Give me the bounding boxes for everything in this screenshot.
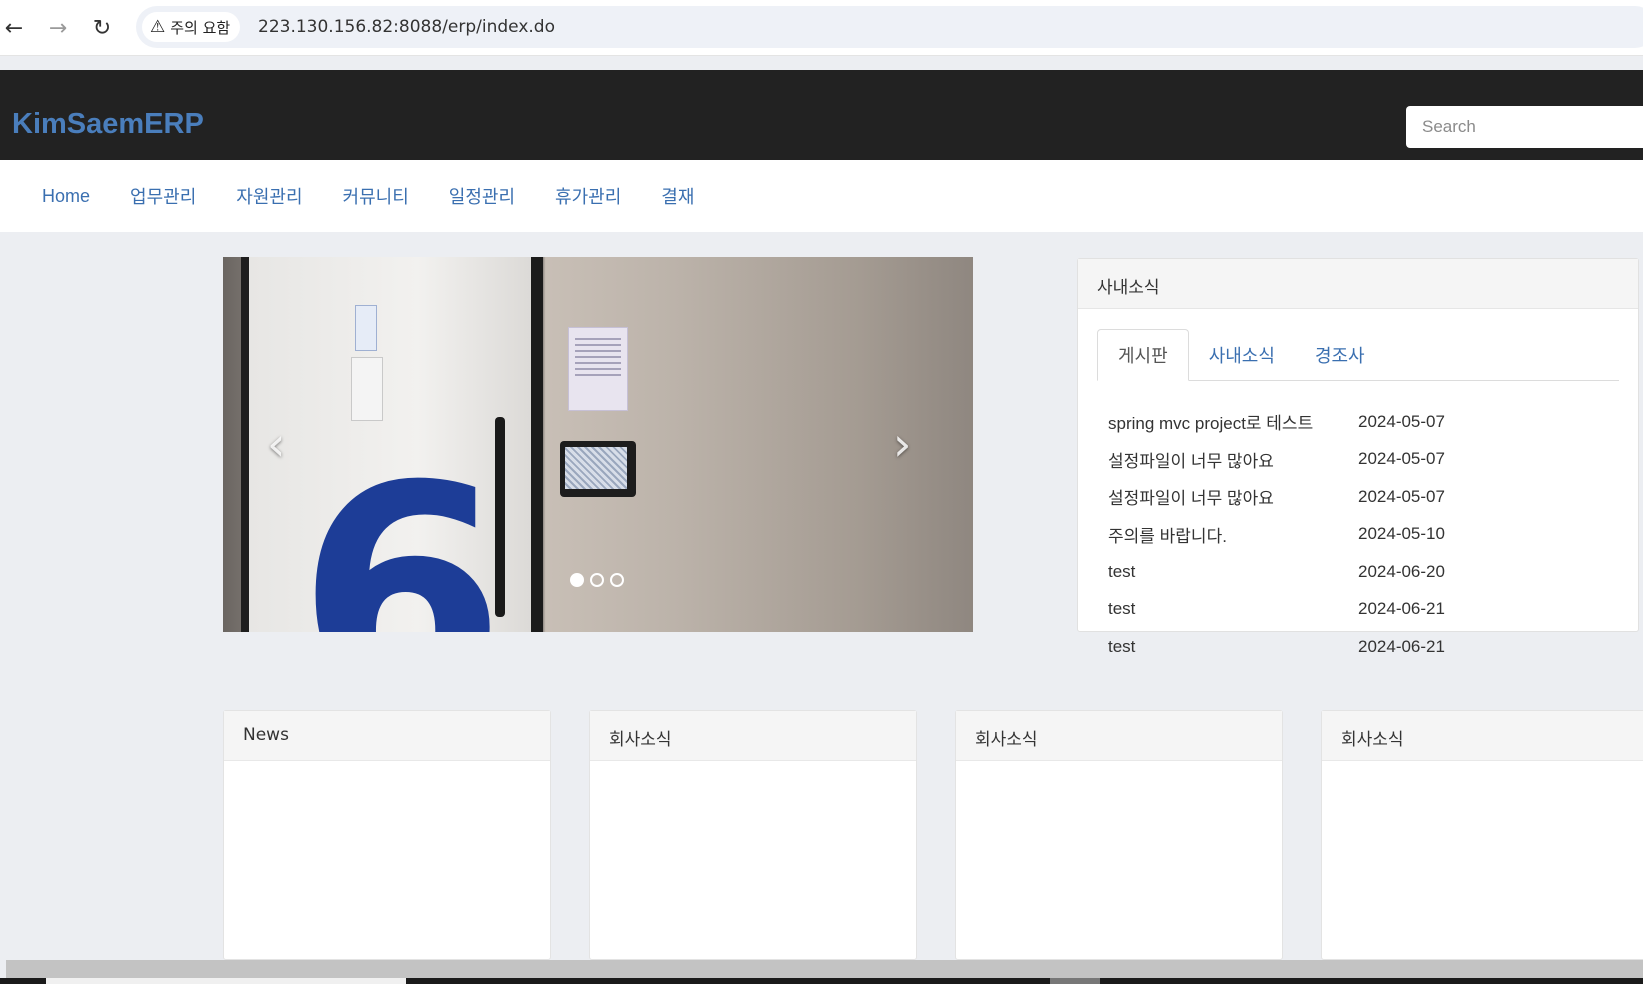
- post-title[interactable]: 설정파일이 너무 많아요: [1108, 484, 1358, 509]
- post-title[interactable]: test: [1108, 637, 1358, 657]
- card-title: 회사소식: [1322, 711, 1643, 761]
- list-item[interactable]: 설정파일이 너무 많아요 2024-05-07: [1108, 441, 1468, 479]
- carousel-indicator-3[interactable]: [610, 573, 624, 587]
- security-warning-chip[interactable]: ⚠ 주의 요함: [142, 12, 241, 42]
- door-handle: [495, 417, 505, 617]
- company-news-card: 회사소식: [955, 710, 1283, 960]
- nav-home[interactable]: Home: [22, 186, 110, 207]
- nav-vacation[interactable]: 휴가관리: [535, 183, 641, 209]
- door-number-graphic: 6: [297, 422, 506, 633]
- post-title[interactable]: 주의를 바랍니다.: [1108, 522, 1358, 547]
- list-item[interactable]: test 2024-06-21: [1108, 628, 1468, 666]
- taskbar-highlight: [46, 978, 406, 984]
- warning-triangle-icon: ⚠: [150, 17, 166, 37]
- brand-logo[interactable]: KimSaemERP: [12, 108, 204, 141]
- card-title: 회사소식: [956, 711, 1282, 761]
- nav-approval[interactable]: 결재: [641, 183, 714, 209]
- post-title[interactable]: 설정파일이 너무 많아요: [1108, 447, 1358, 472]
- panel-title: 사내소식: [1078, 259, 1638, 309]
- post-date: 2024-05-07: [1358, 411, 1445, 431]
- horizontal-scrollbar[interactable]: [6, 960, 1643, 978]
- forward-arrow-icon[interactable]: →: [44, 14, 72, 42]
- card-title: News: [224, 711, 550, 761]
- reload-icon[interactable]: ↻: [88, 14, 116, 42]
- nav-community[interactable]: 커뮤니티: [323, 183, 429, 209]
- door-notice: [355, 305, 377, 351]
- list-item[interactable]: spring mvc project로 테스트 2024-05-07: [1108, 403, 1468, 441]
- news-card: News: [223, 710, 551, 960]
- tab-company-news[interactable]: 사내소식: [1189, 329, 1295, 381]
- image-carousel: 6 ‹ ›: [223, 257, 973, 632]
- tab-board[interactable]: 게시판: [1097, 329, 1189, 381]
- chevron-left-icon[interactable]: ‹: [267, 417, 285, 471]
- nav-work[interactable]: 업무관리: [110, 183, 216, 209]
- card-title: 회사소식: [590, 711, 916, 761]
- door-frame: [241, 257, 249, 632]
- post-list: spring mvc project로 테스트 2024-05-07 설정파일이…: [1108, 403, 1468, 666]
- taskbar-highlight: [1050, 978, 1100, 984]
- company-news-card: 회사소식: [589, 710, 917, 960]
- carousel-indicator-2[interactable]: [590, 573, 604, 587]
- post-date: 2024-05-07: [1358, 486, 1445, 506]
- list-item[interactable]: 설정파일이 너무 많아요 2024-05-07: [1108, 478, 1468, 516]
- chevron-right-icon[interactable]: ›: [893, 417, 911, 471]
- post-title[interactable]: test: [1108, 599, 1358, 619]
- taskbar: [0, 978, 1643, 984]
- post-date: 2024-06-21: [1358, 636, 1445, 656]
- post-date: 2024-06-20: [1358, 561, 1445, 581]
- company-news-card: 회사소식: [1321, 710, 1643, 960]
- url-text[interactable]: 223.130.156.82:8088/erp/index.do: [258, 17, 555, 37]
- post-date: 2024-05-10: [1358, 524, 1445, 544]
- post-date: 2024-06-21: [1358, 599, 1445, 619]
- nav-resources[interactable]: 자원관리: [216, 183, 322, 209]
- back-arrow-icon[interactable]: ←: [0, 14, 28, 42]
- wall-tablet: [560, 441, 636, 497]
- post-title[interactable]: spring mvc project로 테스트: [1108, 409, 1358, 434]
- post-title[interactable]: test: [1108, 562, 1358, 582]
- carousel-indicators: [570, 573, 624, 587]
- search-input[interactable]: [1406, 106, 1643, 148]
- list-item[interactable]: 주의를 바랍니다. 2024-05-10: [1108, 516, 1468, 554]
- browser-toolbar: ← → ↻ ⚠ 주의 요함 223.130.156.82:8088/erp/in…: [0, 0, 1643, 56]
- post-date: 2024-05-07: [1358, 449, 1445, 469]
- address-bar[interactable]: ⚠ 주의 요함 223.130.156.82:8088/erp/index.do: [136, 6, 1643, 48]
- panel-tabs: 게시판 사내소식 경조사: [1097, 329, 1619, 381]
- main-nav: Home 업무관리 자원관리 커뮤니티 일정관리 휴가관리 결재: [0, 160, 1643, 232]
- tab-events[interactable]: 경조사: [1295, 329, 1385, 381]
- nav-schedule[interactable]: 일정관리: [429, 183, 535, 209]
- site-header: KimSaemERP: [0, 70, 1643, 160]
- door-notice: [351, 357, 383, 421]
- wall-poster: [568, 327, 628, 411]
- security-warning-label: 주의 요함: [170, 18, 231, 37]
- list-item[interactable]: test 2024-06-21: [1108, 591, 1468, 629]
- carousel-indicator-1[interactable]: [570, 573, 584, 587]
- door-frame: [531, 257, 543, 632]
- list-item[interactable]: test 2024-06-20: [1108, 553, 1468, 591]
